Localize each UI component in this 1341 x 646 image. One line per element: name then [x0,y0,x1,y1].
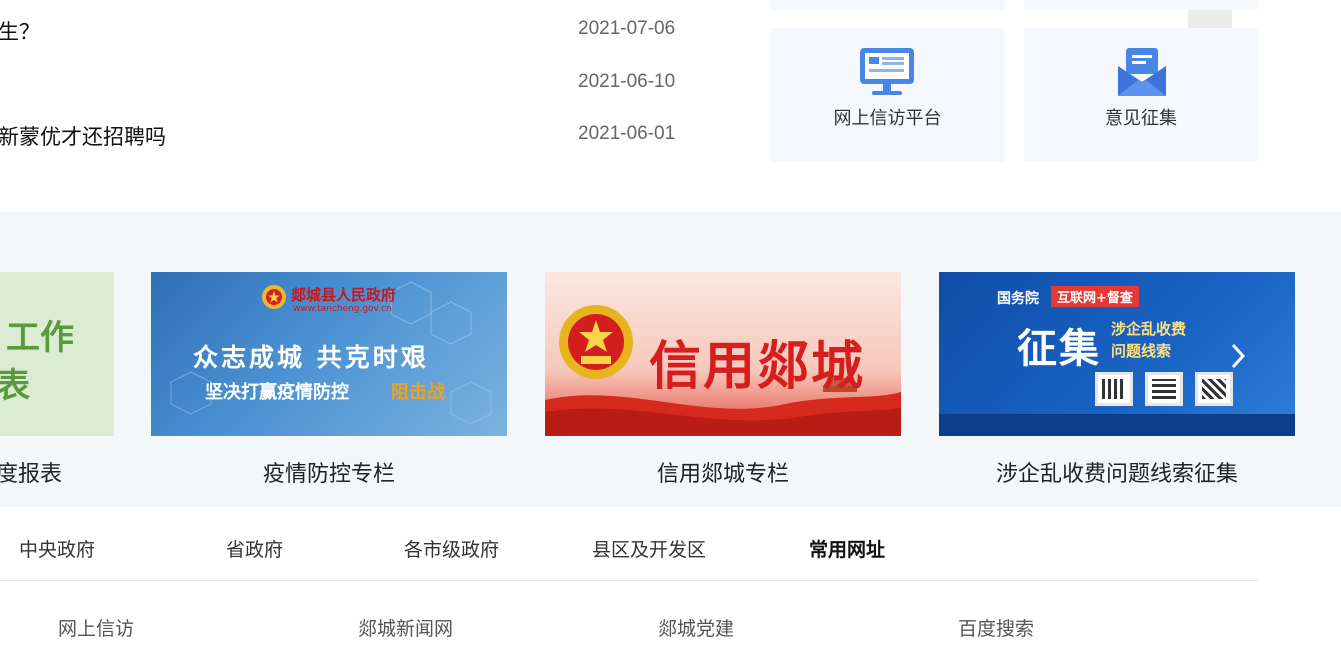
banner-image-text: 郯城县人民政府 [291,286,397,304]
banner-caption[interactable]: 信用郯城专栏 [545,456,901,488]
qr-code-image [1195,372,1233,406]
link-category-tabs: 中央政府 省政府 各市级政府 县区及开发区 常用网址 [0,507,1258,581]
banner-image-fees[interactable]: 国务院 互联网+督查 征集 涉企乱收费 问题线索 [939,272,1295,436]
banner-caption[interactable]: 疫情防控专栏 [151,456,507,488]
banner-image-text: 国务院 [997,291,1039,307]
news-item[interactable]: 2021-06-10 [0,69,700,99]
service-tile-petition[interactable]: 网上信访平台 [770,28,1005,162]
monitor-icon [860,48,914,95]
banner-image-credit[interactable]: 信用郯城 [545,272,901,436]
service-label: 网上信访平台 [833,108,942,129]
tab-city-governments[interactable]: 各市级政府 [404,535,499,562]
qr-code-image [1145,372,1183,406]
link-baidu-search[interactable]: 百度搜索 [958,614,1034,641]
banner-image-text: 阻击战 [391,382,445,403]
banner-image-epidemic[interactable]: 郯城县人民政府 www.tancheng.gov.cn 众志成城 共克时艰 坚决… [151,272,507,436]
national-emblem-icon [262,285,286,309]
envelope-icon [1118,48,1166,96]
banner-image-badge: 互联网+督查 [1051,286,1139,307]
banner-image-text: 坚决打赢疫情防控 [205,382,349,403]
banner-footer-strip [939,414,1295,436]
service-tile-partial[interactable] [1024,0,1258,10]
qr-code-image [1095,372,1133,406]
topic-banner-section: 工作 表 度报表 郯城县人民政府 www.tancheng.gov.cn 众志成… [0,212,1341,507]
banner-image-text: 征集 [1017,326,1101,372]
service-tile-partial[interactable] [770,0,1005,10]
banner-caption[interactable]: 度报表 [0,456,62,488]
banner-image-text: 问题线索 [1111,342,1172,360]
news-title[interactable]: 新蒙优才还招聘吗 [0,121,166,151]
tab-central-government[interactable]: 中央政府 [19,535,95,562]
banner-image-text: 表 [0,366,30,406]
banner-image-text: 信用郯城 [649,337,866,397]
chevron-right-icon[interactable] [1229,342,1247,370]
news-title[interactable]: 生？ [0,16,40,46]
news-item[interactable]: 新蒙优才还招聘吗 2021-06-01 [0,121,700,151]
tab-counties-districts[interactable]: 县区及开发区 [592,535,706,562]
scroll-marker [1188,10,1232,28]
banner-image-text: www.tancheng.gov.cn [293,304,392,314]
tab-common-links[interactable]: 常用网址 [809,535,885,562]
page: 生？ 2021-07-06 2021-06-10 新蒙优才还招聘吗 2021-0… [0,0,1341,646]
news-item[interactable]: 生？ 2021-07-06 [0,16,700,46]
banner-image-text: 涉企乱收费 [1111,320,1187,338]
banner-image-text: 工作 [6,318,74,358]
service-label: 意见征集 [1105,108,1177,129]
banner-caption[interactable]: 涉企乱收费问题线索征集 [939,456,1295,488]
service-tile-feedback[interactable]: 意见征集 [1024,28,1258,162]
tab-provincial-government[interactable]: 省政府 [226,535,283,562]
news-date: 2021-07-06 [578,18,676,39]
news-date: 2021-06-10 [578,71,676,92]
link-online-petition[interactable]: 网上信访 [58,614,134,641]
link-tancheng-news[interactable]: 郯城新闻网 [358,614,453,641]
banner-image-text: 众志成城 共克时艰 [193,343,429,372]
national-emblem-icon [559,305,633,379]
news-date: 2021-06-01 [578,123,676,144]
banner-image-report[interactable]: 工作 表 [0,272,114,436]
link-tancheng-party[interactable]: 郯城党建 [658,614,734,641]
